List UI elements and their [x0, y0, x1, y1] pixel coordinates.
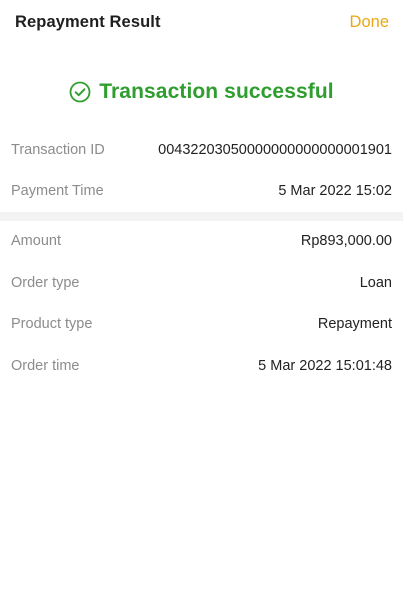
amount-row: Amount Rp893,000.00 [0, 230, 403, 254]
page-title: Repayment Result [15, 13, 161, 31]
done-button[interactable]: Done [350, 13, 389, 32]
transaction-status: Transaction successful [0, 78, 403, 106]
payment-time-value: 5 Mar 2022 15:02 [278, 183, 392, 199]
product-type-label: Product type [11, 316, 93, 332]
transaction-id-label: Transaction ID [11, 142, 105, 158]
payment-time-row: Payment Time 5 Mar 2022 15:02 [0, 180, 403, 204]
product-type-row: Product type Repayment [0, 313, 403, 337]
order-type-label: Order type [11, 275, 80, 291]
order-type-row: Order type Loan [0, 272, 403, 296]
top-bar: Repayment Result Done [0, 0, 403, 46]
transaction-id-row: Transaction ID 0043220305000000000000000… [0, 139, 403, 163]
section-divider [0, 212, 403, 221]
amount-label: Amount [11, 233, 61, 249]
status-text: Transaction successful [99, 80, 334, 103]
order-time-value: 5 Mar 2022 15:01:48 [258, 358, 392, 374]
amount-value: Rp893,000.00 [300, 233, 392, 249]
check-circle-icon [69, 81, 91, 103]
order-type-value: Loan [359, 275, 392, 291]
order-time-row: Order time 5 Mar 2022 15:01:48 [0, 355, 403, 379]
order-time-label: Order time [11, 358, 80, 374]
transaction-id-value: 00432203050000000000000001901 [158, 142, 392, 158]
product-type-value: Repayment [317, 316, 392, 332]
payment-time-label: Payment Time [11, 183, 104, 199]
